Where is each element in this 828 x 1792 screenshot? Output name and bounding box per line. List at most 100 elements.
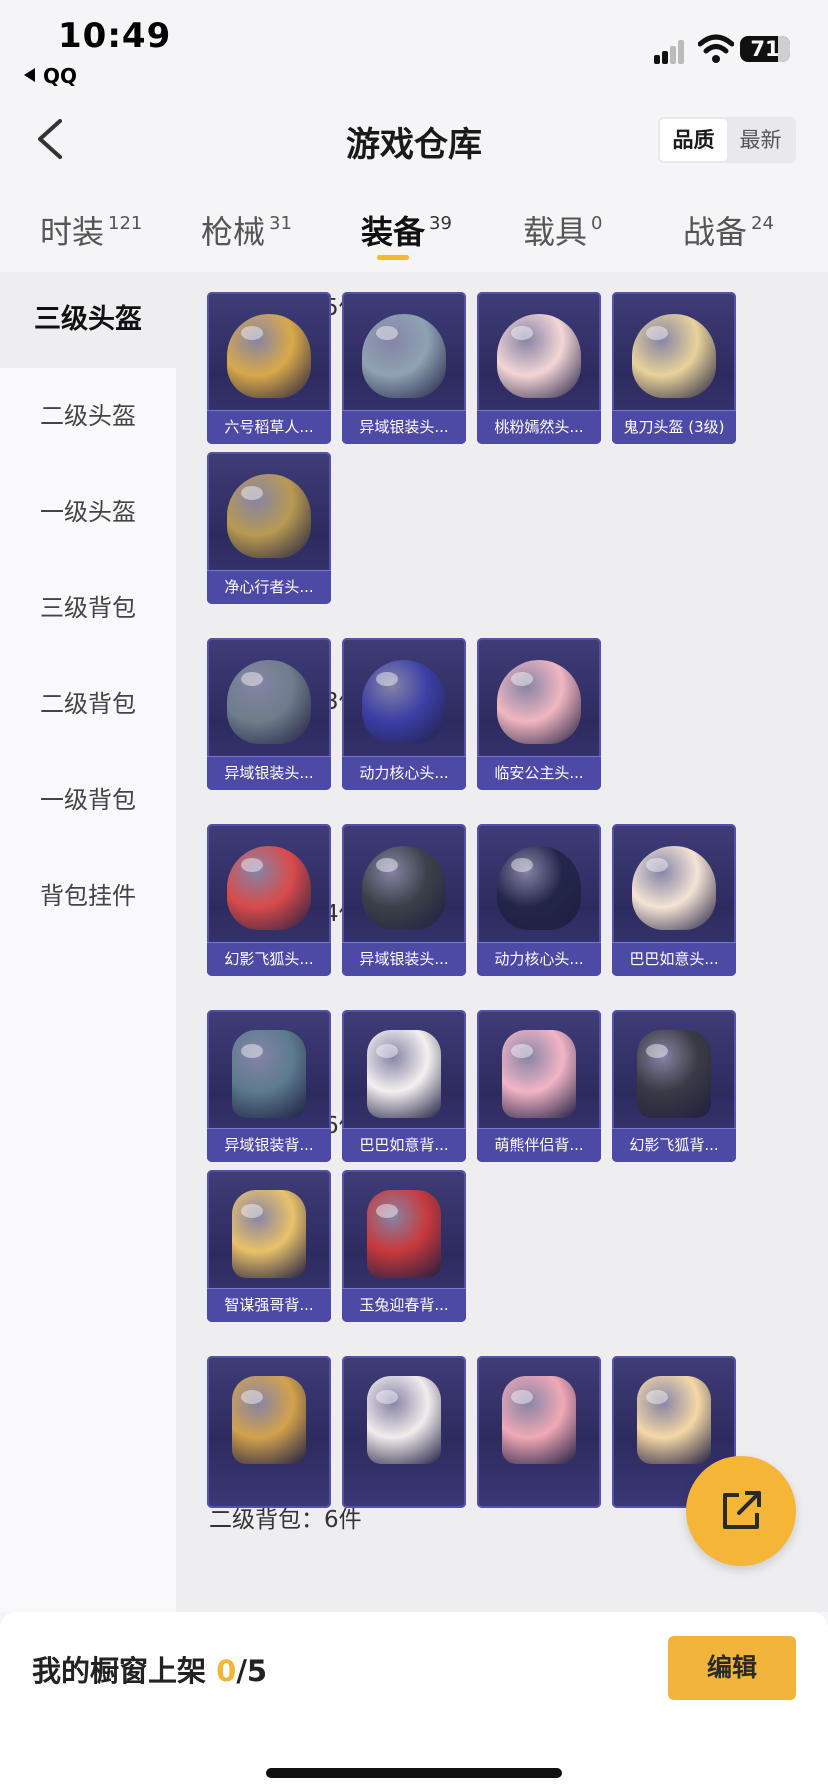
item-name: 六号稻草人... (224, 418, 314, 436)
status-bar: 10:49 QQ 71 (0, 0, 828, 95)
item-name: 鬼刀头盔 (3级) (623, 418, 725, 436)
item-name: 智谋强哥背... (224, 1296, 314, 1314)
sort-quality-button[interactable]: 品质 (660, 119, 727, 161)
item-highlight (376, 326, 398, 340)
helmet-image (227, 474, 311, 558)
showcase-total: /5 (236, 1654, 268, 1688)
showcase-label: 我的橱窗上架 (32, 1654, 207, 1688)
sidebar-item-level3-backpack[interactable]: 三级背包 (0, 560, 176, 656)
status-time: 10:49 (58, 16, 172, 56)
tab-count: 121 (108, 213, 143, 234)
item-card[interactable] (477, 1356, 601, 1508)
item-highlight (646, 1390, 668, 1404)
edit-button[interactable]: 编辑 (668, 1636, 796, 1700)
tab-equipment[interactable]: 装备 39 (361, 207, 452, 253)
helmet-image (632, 314, 716, 398)
external-link-icon (723, 1491, 761, 1529)
item-card[interactable]: 临安公主头... (477, 638, 601, 790)
item-name: 临安公主头... (494, 764, 584, 782)
tab-label: 时装 (40, 213, 105, 251)
helmet-image (227, 846, 311, 930)
item-highlight (241, 1390, 263, 1404)
item-card[interactable]: 巴巴如意头... (612, 824, 736, 976)
sidebar-item-level2-helmet[interactable]: 二级头盔 (0, 368, 176, 464)
tab-fashion[interactable]: 时装 121 (40, 207, 142, 253)
item-card[interactable]: 动力核心头... (477, 824, 601, 976)
item-name: 净心行者头... (224, 578, 314, 596)
item-card[interactable]: 幻影飞狐背... (612, 1010, 736, 1162)
item-name: 动力核心头... (494, 950, 584, 968)
item-card[interactable]: 桃粉嫣然头... (477, 292, 601, 444)
item-highlight (511, 1390, 533, 1404)
backpack-image (232, 1030, 306, 1118)
item-name: 幻影飞狐背... (629, 1136, 719, 1154)
tab-supplies[interactable]: 战备 24 (683, 207, 774, 253)
item-highlight (646, 858, 668, 872)
item-highlight (241, 672, 263, 686)
helmet-image (632, 846, 716, 930)
helmet-image (497, 314, 581, 398)
item-highlight (376, 672, 398, 686)
sidebar-item-level3-helmet[interactable]: 三级头盔 (0, 272, 176, 368)
backpack-image (367, 1190, 441, 1278)
item-card[interactable]: 动力核心头... (342, 638, 466, 790)
item-card[interactable]: 异域银装背... (207, 1010, 331, 1162)
cellular-signal-icon (654, 40, 688, 64)
helmet-image (362, 314, 446, 398)
item-card[interactable]: 六号稻草人... (207, 292, 331, 444)
item-card[interactable]: 巴巴如意背... (342, 1010, 466, 1162)
item-highlight (376, 1044, 398, 1058)
tab-weapons[interactable]: 枪械 31 (201, 207, 292, 253)
showcase-status: 我的橱窗上架 0/5 (32, 1648, 267, 1690)
sidebar-item-level2-backpack[interactable]: 二级背包 (0, 656, 176, 752)
backpack-image (637, 1376, 711, 1464)
item-highlight (511, 858, 533, 872)
showcase-count: 0 (216, 1654, 237, 1688)
battery-icon: 71 (740, 36, 790, 62)
helmet-image (227, 314, 311, 398)
tab-count: 39 (429, 213, 452, 234)
wifi-icon (698, 34, 734, 63)
item-card[interactable]: 玉兔迎春背... (342, 1170, 466, 1322)
item-card[interactable]: 异域银装头... (342, 824, 466, 976)
item-card[interactable]: 幻影飞狐头... (207, 824, 331, 976)
back-app-label: QQ (43, 64, 78, 88)
item-name: 异域银装头... (224, 764, 314, 782)
sidebar-item-level1-helmet[interactable]: 一级头盔 (0, 464, 176, 560)
item-name: 桃粉嫣然头... (494, 418, 584, 436)
item-name: 异域银装头... (359, 950, 449, 968)
item-card[interactable]: 异域银装头... (207, 638, 331, 790)
item-card[interactable] (342, 1356, 466, 1508)
item-card[interactable]: 智谋强哥背... (207, 1170, 331, 1322)
helmet-image (227, 660, 311, 744)
item-card[interactable]: 异域银装头... (342, 292, 466, 444)
item-name: 异域银装背... (224, 1136, 314, 1154)
item-name: 异域银装头... (359, 418, 449, 436)
item-name: 巴巴如意背... (359, 1136, 449, 1154)
item-name: 动力核心头... (359, 764, 449, 782)
backpack-image (637, 1030, 711, 1118)
tab-vehicles[interactable]: 载具 0 (523, 207, 602, 253)
item-highlight (241, 858, 263, 872)
item-card[interactable]: 鬼刀头盔 (3级) (612, 292, 736, 444)
sidebar-item-level1-backpack[interactable]: 一级背包 (0, 752, 176, 848)
item-card[interactable]: 萌熊伴侣背... (477, 1010, 601, 1162)
category-tabs: 时装 121 枪械 31 装备 39 载具 0 战备 24 (0, 195, 828, 267)
back-triangle-icon (24, 68, 35, 82)
tab-count: 0 (591, 213, 603, 234)
item-card[interactable]: 净心行者头... (207, 452, 331, 604)
home-indicator (266, 1768, 562, 1778)
item-name: 玉兔迎春背... (359, 1296, 449, 1314)
active-tab-indicator (377, 255, 409, 260)
battery-level: 71 (750, 37, 780, 61)
backpack-image (367, 1030, 441, 1118)
sidebar-item-backpack-charm[interactable]: 背包挂件 (0, 848, 176, 944)
bottom-bar: 我的橱窗上架 0/5 编辑 (0, 1612, 828, 1792)
item-card[interactable] (207, 1356, 331, 1508)
share-button[interactable] (686, 1456, 796, 1566)
item-highlight (646, 1044, 668, 1058)
item-highlight (376, 858, 398, 872)
backpack-image (502, 1376, 576, 1464)
back-to-app-link[interactable]: QQ (24, 64, 77, 88)
sort-newest-button[interactable]: 最新 (727, 119, 794, 161)
